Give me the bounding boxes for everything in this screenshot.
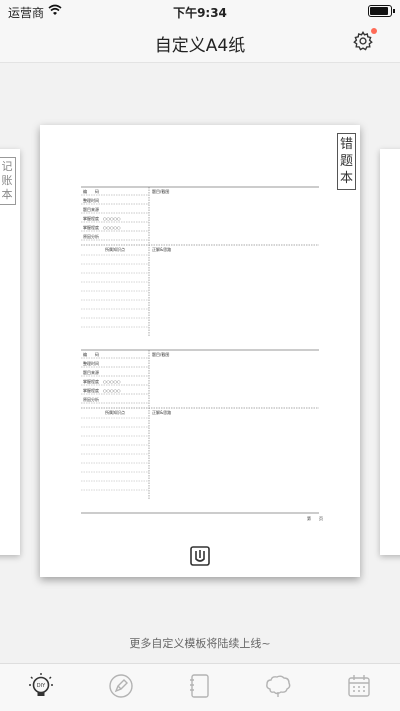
tab-bar: DIY [0, 663, 400, 711]
template-card-next[interactable] [380, 149, 400, 555]
row-label: 原因分析 [83, 396, 99, 402]
answer-label: 正解&思路 [152, 246, 171, 252]
knowledge-label: 所属知识点 [105, 246, 125, 252]
more-templates-notice: 更多自定义模板将陆续上线~ [129, 637, 271, 650]
row-label: 整理时间 [83, 197, 99, 203]
notebook-icon[interactable] [186, 672, 214, 700]
mistakes-tag: 错题本 [337, 133, 356, 190]
row-label: 掌握程度 [83, 215, 99, 221]
row-label: 掌握程度 [83, 378, 99, 384]
mastery-circles: ○○○○○ [103, 388, 121, 393]
bulb-icon[interactable]: DIY [27, 672, 55, 700]
mastery-circles: ○○○○○ [103, 379, 121, 384]
question-label: 题目/截图 [152, 188, 169, 194]
notification-dot [371, 28, 377, 34]
gear-icon[interactable] [352, 30, 374, 52]
status-time: 下午9:34 [173, 6, 227, 20]
nav-bar: 自定义A4纸 [0, 22, 400, 63]
calendar-icon[interactable] [345, 672, 373, 700]
row-label: 题目来源 [83, 369, 99, 375]
row-label: 掌握程度 [83, 224, 99, 230]
battery-icon [368, 5, 395, 17]
page-number-label: 第 页 [307, 515, 323, 521]
template-card-ledger[interactable]: 记账本 [0, 149, 20, 555]
template-card-mistakes[interactable]: 题目/截图编 码整理时间 题目来源 掌握程度 ○○○○○ 掌握程度 ○○○○○ 原因分析 所属… [40, 125, 360, 577]
mastery-circles: ○○○○○ [103, 216, 121, 221]
svg-text:DIY: DIY [37, 683, 46, 689]
row-label: 整理时间 [83, 360, 99, 366]
mastery-circles: ○○○○○ [103, 225, 121, 230]
knowledge-label: 所属知识点 [105, 409, 125, 415]
row-label: 编 码 [83, 188, 99, 194]
clip-logo-icon [190, 546, 210, 566]
template-carousel[interactable]: 记账本 题目/截图编 码整理时间 题目来源 掌握程度 ○○○○○ 掌握程度 ○○○○○ 原因… [0, 63, 400, 625]
answer-label: 正解&思路 [152, 409, 171, 415]
brain-icon[interactable] [264, 672, 292, 700]
row-label: 原因分析 [83, 233, 99, 239]
status-bar: 运营商 下午9:34 [0, 0, 400, 22]
mistake-sheet: 题目/截图编 码整理时间题目来源掌握程度 ○○○○○掌握程度 ○○○○○原因分析所属… [81, 186, 323, 521]
row-label: 题目来源 [83, 206, 99, 212]
page-title: 自定义A4纸 [154, 36, 246, 56]
pen-icon[interactable] [107, 672, 135, 700]
row-label: 编 码 [83, 351, 99, 357]
row-label: 掌握程度 [83, 387, 99, 393]
question-label: 题目/截图 [152, 351, 169, 357]
ledger-tag: 记账本 [0, 157, 16, 205]
